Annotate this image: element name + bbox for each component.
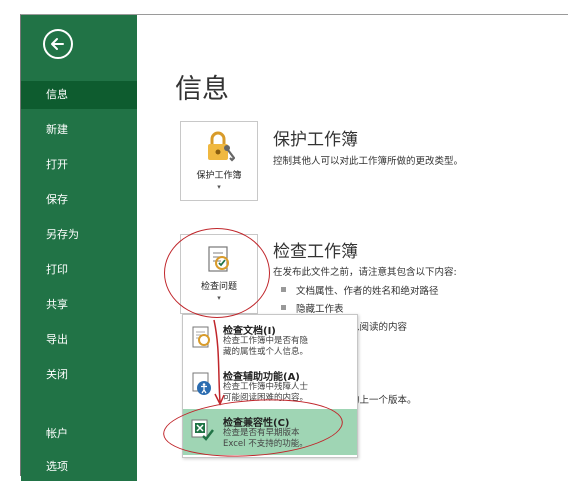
compatibility-check-icon <box>191 419 214 441</box>
menu-item-title: 检查兼容性(C) <box>223 418 290 429</box>
protect-section-title: 保护工作簿 <box>273 130 358 150</box>
page-title: 信息 <box>175 74 229 105</box>
nav-options[interactable]: 选项 <box>21 453 137 481</box>
backstage-sidebar: 信息 新建 打开 保存 另存为 打印 共享 导出 关闭 帐户 选项 <box>21 15 137 481</box>
menu-item-desc: 检查是否有早期版本 Excel 不支持的功能。 <box>223 428 308 449</box>
inspect-partial-line-1: 以阅读的内容 <box>350 322 408 333</box>
protect-workbook-button[interactable]: 保护工作簿 ▾ <box>180 121 258 201</box>
chevron-down-icon: ▾ <box>217 183 221 191</box>
inspect-section-desc: 在发布此文件之前，请注意其包含以下内容: <box>273 267 457 278</box>
annotation-arrow-icon <box>213 319 225 406</box>
chevron-down-icon: ▾ <box>217 294 221 302</box>
inspect-bullet-hidden-sheets: 隐藏工作表 <box>281 301 344 315</box>
menu-item-title: 检查文档(I) <box>223 326 276 337</box>
menu-item-desc: 检查工作簿中是否有隐 藏的属性或个人信息。 <box>223 336 309 357</box>
check-issues-button[interactable]: 检查问题 ▾ <box>180 234 258 314</box>
menu-item-title: 检查辅助功能(A) <box>223 372 300 383</box>
nav-account[interactable]: 帐户 <box>21 420 137 448</box>
inspect-bullet-properties: 文档属性、作者的姓名和绝对路径 <box>281 283 439 297</box>
menu-item-check-compatibility[interactable]: 检查兼容性(C) 检查是否有早期版本 Excel 不支持的功能。 <box>183 409 357 455</box>
lock-key-icon <box>208 131 235 162</box>
arrow-left-icon <box>51 38 64 50</box>
nav-save[interactable]: 保存 <box>21 186 137 214</box>
menu-item-desc: 检查工作簿中残障人士 可能阅读困难的内容。 <box>223 382 309 403</box>
nav-info[interactable]: 信息 <box>21 81 137 109</box>
nav-new[interactable]: 新建 <box>21 116 137 144</box>
nav-close[interactable]: 关闭 <box>21 361 137 389</box>
inspect-partial-line-2: 的上一个版本。 <box>350 395 417 406</box>
nav-share[interactable]: 共享 <box>21 291 137 319</box>
nav-open[interactable]: 打开 <box>21 151 137 179</box>
nav-export[interactable]: 导出 <box>21 326 137 354</box>
inspect-document-icon <box>208 246 229 272</box>
check-issues-label: 检查问题 <box>200 282 237 292</box>
back-button[interactable] <box>43 29 73 59</box>
protect-workbook-label: 保护工作簿 <box>196 171 242 181</box>
nav-print[interactable]: 打印 <box>21 256 137 284</box>
nav-save-as[interactable]: 另存为 <box>21 221 137 249</box>
inspect-section-title: 检查工作簿 <box>273 242 358 262</box>
protect-section-desc: 控制其他人可以对此工作簿所做的更改类型。 <box>273 156 464 167</box>
